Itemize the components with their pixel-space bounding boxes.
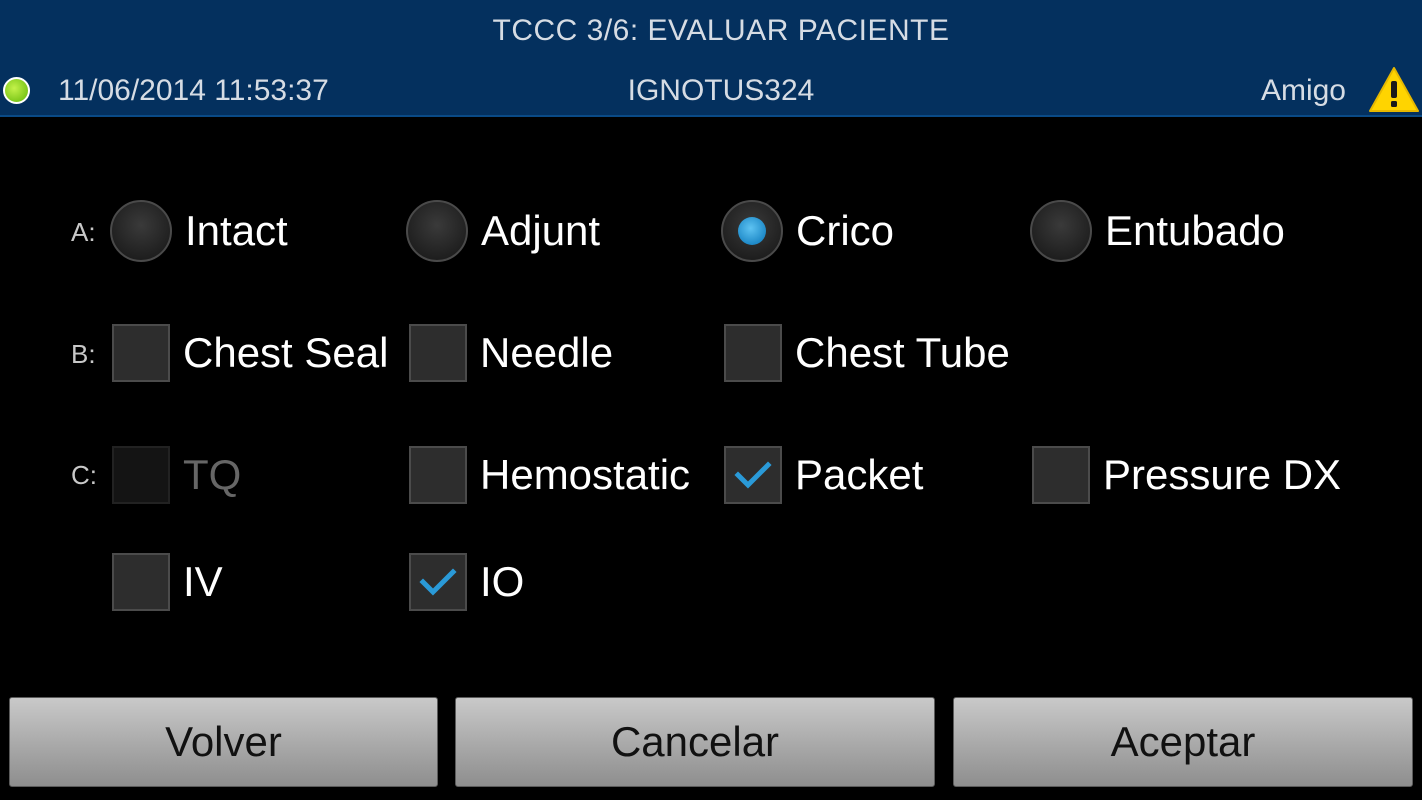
checkbox-disabled bbox=[112, 446, 170, 504]
option-label: IV bbox=[183, 558, 223, 605]
option-label: TQ bbox=[183, 451, 242, 498]
radio-button[interactable] bbox=[1030, 200, 1092, 262]
checkbox-io[interactable]: IO bbox=[409, 550, 524, 614]
checkmark-icon bbox=[734, 461, 772, 489]
checkbox[interactable] bbox=[409, 324, 467, 382]
option-label: Chest Seal bbox=[183, 329, 389, 376]
accept-button[interactable]: Aceptar bbox=[953, 697, 1413, 787]
option-label: IO bbox=[480, 558, 525, 605]
screen-title: TCCC 3/6: EVALUAR PACIENTE bbox=[492, 14, 950, 47]
checkbox-needle[interactable]: Needle bbox=[409, 321, 613, 385]
radio-button[interactable] bbox=[406, 200, 468, 262]
option-label: Hemostatic bbox=[480, 451, 691, 498]
radio-intact[interactable]: Intact bbox=[110, 199, 288, 263]
checkbox-checked[interactable] bbox=[409, 553, 467, 611]
option-label: Intact bbox=[185, 207, 288, 254]
checkbox-hemostatic[interactable]: Hemostatic bbox=[409, 443, 690, 507]
role-label: Amigo bbox=[1260, 74, 1346, 107]
user-id-label: IGNOTUS324 bbox=[627, 74, 815, 107]
checkbox-packet[interactable]: Packet bbox=[724, 443, 923, 507]
checkbox-iv[interactable]: IV bbox=[112, 550, 223, 614]
checkbox-checked[interactable] bbox=[724, 446, 782, 504]
checkbox-pressure-dx[interactable]: Pressure DX bbox=[1032, 443, 1341, 507]
row-label-b: B: bbox=[71, 339, 96, 369]
option-label: Packet bbox=[795, 451, 924, 498]
radio-button-selected[interactable] bbox=[721, 200, 783, 262]
option-label: Chest Tube bbox=[795, 329, 1010, 376]
checkbox[interactable] bbox=[724, 324, 782, 382]
option-label: Crico bbox=[796, 207, 895, 254]
checkmark-icon bbox=[419, 568, 457, 596]
checkbox-chest-seal[interactable]: Chest Seal bbox=[112, 321, 388, 385]
radio-adjunt[interactable]: Adjunt bbox=[406, 199, 600, 263]
option-label: Entubado bbox=[1105, 207, 1285, 254]
checkbox[interactable] bbox=[112, 324, 170, 382]
checkbox[interactable] bbox=[1032, 446, 1090, 504]
radio-button[interactable] bbox=[110, 200, 172, 262]
radio-entubado[interactable]: Entubado bbox=[1030, 199, 1285, 263]
warning-triangle-icon[interactable] bbox=[1368, 66, 1420, 114]
option-label: Adjunt bbox=[481, 207, 601, 254]
cancel-button[interactable]: Cancelar bbox=[455, 697, 935, 787]
option-label: Pressure DX bbox=[1103, 451, 1342, 498]
back-button[interactable]: Volver bbox=[9, 697, 438, 787]
option-label: Needle bbox=[480, 329, 614, 376]
checkbox-chest-tube[interactable]: Chest Tube bbox=[724, 321, 1010, 385]
radio-crico[interactable]: Crico bbox=[721, 199, 894, 263]
checkbox[interactable] bbox=[112, 553, 170, 611]
row-label-c: C: bbox=[71, 460, 97, 490]
checkbox-tq: TQ bbox=[112, 443, 241, 507]
header-bar: TCCC 3/6: EVALUAR PACIENTE 11/06/2014 11… bbox=[0, 0, 1422, 117]
checkbox[interactable] bbox=[409, 446, 467, 504]
row-label-a: A: bbox=[71, 217, 96, 247]
